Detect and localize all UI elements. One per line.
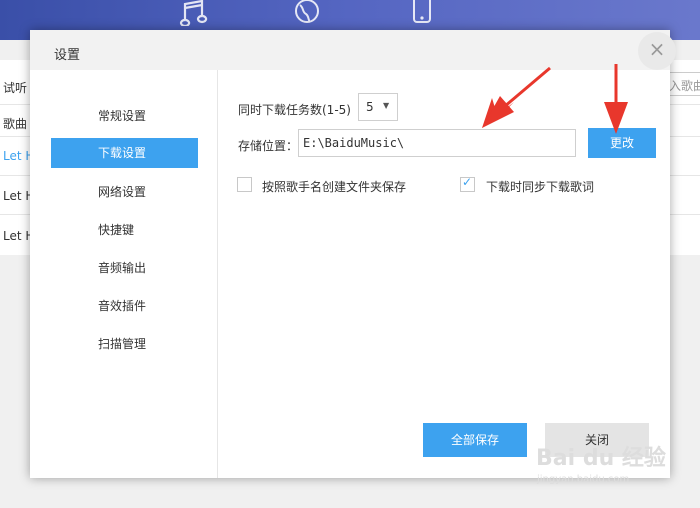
sidebar-item-label: 音效插件 (98, 299, 147, 313)
sidebar-item-effect-plugins[interactable]: 音效插件 (51, 291, 198, 321)
task-count-select[interactable]: 5 ▼ (358, 93, 398, 121)
globe-icon[interactable] (292, 0, 322, 32)
task-count-value: 5 (366, 100, 374, 114)
search-placeholder: 入歌曲 (669, 79, 700, 93)
settings-sidebar: 常规设置 下载设置 网络设置 快捷键 音频输出 音效插件 扫描管理 (30, 70, 218, 478)
save-all-button[interactable]: 全部保存 (423, 423, 527, 457)
sidebar-item-label: 扫描管理 (98, 337, 147, 351)
phone-icon[interactable] (412, 0, 432, 32)
annotation-arrow-icon (482, 66, 551, 128)
header-cell: 试听 (3, 81, 28, 95)
settings-dialog: 设置 × 常规设置 下载设置 网络设置 快捷键 音频输出 音效插件 扫描管理 同… (30, 30, 676, 478)
watermark-url: jingyan.baidu.com (537, 474, 630, 485)
download-lyrics-label: 下载时同步下载歌词 (486, 180, 595, 194)
sidebar-item-general[interactable]: 常规设置 (51, 101, 198, 131)
column-song[interactable]: 歌曲 (3, 115, 27, 132)
sidebar-item-network[interactable]: 网络设置 (51, 177, 198, 207)
folder-by-artist-label: 按照歌手名创建文件夹保存 (262, 180, 407, 194)
path-label: 存储位置： (238, 139, 299, 153)
sidebar-item-download[interactable]: 下载设置 (51, 138, 198, 168)
sidebar-item-label: 快捷键 (98, 223, 135, 237)
sidebar-item-label: 网络设置 (98, 185, 147, 199)
task-count-label: 同时下载任务数(1-5) (238, 103, 351, 117)
sidebar-item-audio-output[interactable]: 音频输出 (51, 253, 198, 283)
dialog-title: 设置 (54, 48, 81, 63)
dialog-header: 设置 (30, 30, 670, 70)
sidebar-item-scan-management[interactable]: 扫描管理 (51, 329, 198, 359)
watermark-logo: Bai du 经验 (536, 446, 666, 471)
sidebar-item-shortcuts[interactable]: 快捷键 (51, 215, 198, 245)
folder-by-artist-checkbox[interactable] (237, 177, 252, 192)
sidebar-item-label: 音频输出 (98, 261, 147, 275)
download-lyrics-checkbox[interactable] (460, 175, 475, 192)
chevron-down-icon: ▼ (383, 101, 390, 110)
sidebar-item-label: 常规设置 (98, 109, 147, 123)
music-note-icon[interactable] (178, 0, 208, 32)
sidebar-item-label: 下载设置 (98, 146, 147, 160)
annotation-arrow-icon (604, 64, 628, 134)
close-icon[interactable]: × (638, 32, 676, 70)
